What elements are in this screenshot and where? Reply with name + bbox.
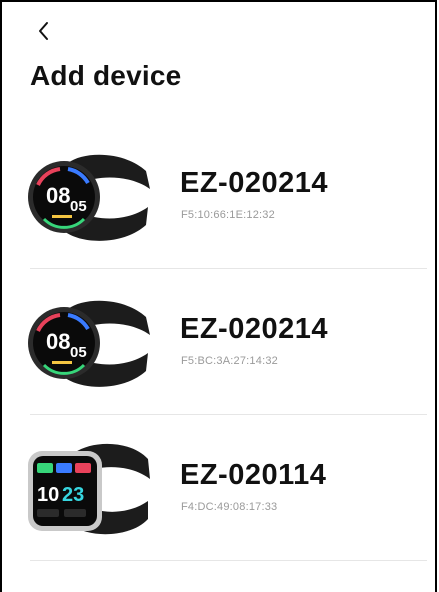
round-smartwatch-image: 08 05 xyxy=(28,154,150,241)
watch-minute-text: 05 xyxy=(70,344,87,361)
round-smartwatch-image: 08 05 xyxy=(28,300,150,387)
device-mac-address: F5:10:66:1E:12:32 xyxy=(181,209,275,221)
device-list-item[interactable]: 08 05 EZ-020214 F5:10:66:1E:12:32 xyxy=(2,123,439,269)
device-list-item[interactable]: 10 23 EZ-020114 F4:DC:49:08:17:33 xyxy=(2,415,439,561)
device-name: EZ-020214 xyxy=(180,313,328,345)
watch-hour-text: 08 xyxy=(46,183,70,208)
square-smartwatch-image: 10 23 xyxy=(28,443,150,535)
back-button[interactable] xyxy=(30,16,60,46)
device-mac-address: F4:DC:49:08:17:33 xyxy=(181,501,278,513)
watch-minute-text: 23 xyxy=(62,484,84,506)
device-name: EZ-020214 xyxy=(180,167,328,199)
watch-hour-text: 08 xyxy=(46,329,70,354)
device-list: 08 05 EZ-020214 F5:10:66:1E:12:32 08 05 xyxy=(2,123,439,561)
device-mac-address: F5:BC:3A:27:14:32 xyxy=(181,355,278,367)
device-name: EZ-020114 xyxy=(180,459,327,491)
divider xyxy=(30,560,427,561)
app-frame: Add device 08 05 EZ-020214 F5:10:66:1E:1… xyxy=(0,0,437,592)
device-list-item[interactable]: 08 05 EZ-020214 F5:BC:3A:27:14:32 xyxy=(2,269,439,415)
watch-minute-text: 05 xyxy=(70,198,87,215)
page-title: Add device xyxy=(30,60,182,91)
chevron-left-icon xyxy=(39,22,48,40)
watch-hour-text: 10 xyxy=(37,484,59,506)
